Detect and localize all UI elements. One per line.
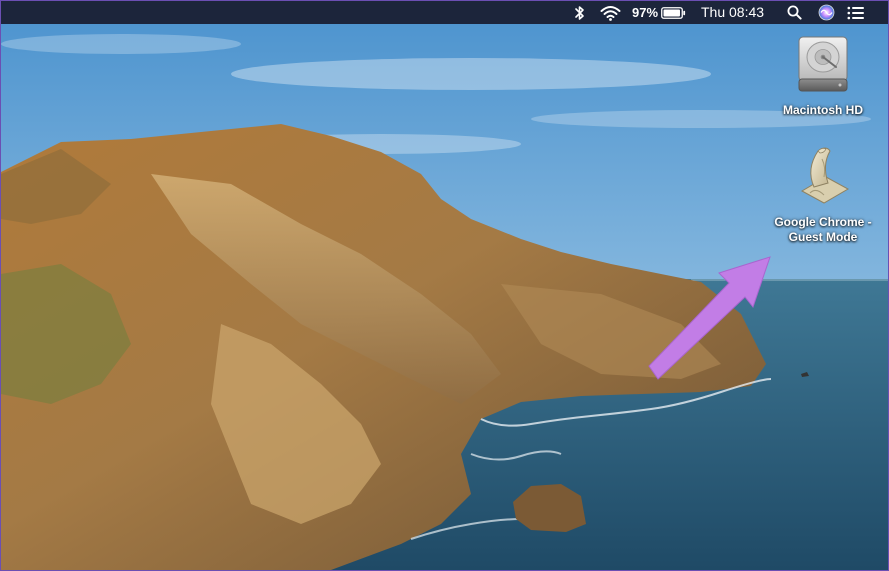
- battery-percentage[interactable]: 97%: [632, 1, 658, 24]
- hard-drive-icon: [798, 36, 848, 92]
- script-icon: [800, 147, 850, 204]
- battery-icon[interactable]: [661, 1, 687, 24]
- menu-bar-clock[interactable]: Thu 08:43: [701, 1, 764, 24]
- desktop-screen: 97% Thu 08:43 Macintosh HD Google Chrome…: [0, 0, 889, 571]
- desktop-wallpaper: [1, 24, 888, 570]
- desktop-icon-chrome-guest-mode[interactable]: Google Chrome - Guest Mode: [763, 143, 883, 245]
- battery-percent-label: 97%: [632, 5, 659, 20]
- clock-label: Thu 08:43: [701, 4, 765, 20]
- menu-bar: 97% Thu 08:43: [1, 1, 888, 24]
- control-center-icon[interactable]: [847, 1, 867, 24]
- bluetooth-icon[interactable]: [574, 1, 588, 24]
- desktop-icon-label-line2: Guest Mode: [788, 230, 858, 244]
- desktop-icon-label: Macintosh HD: [782, 103, 863, 117]
- search-icon[interactable]: [787, 1, 803, 24]
- desktop-icon-macintosh-hd[interactable]: Macintosh HD: [763, 33, 883, 118]
- desktop-icon-label: Google Chrome -: [774, 215, 872, 229]
- siri-icon[interactable]: [818, 1, 836, 24]
- wifi-icon[interactable]: [600, 1, 622, 24]
